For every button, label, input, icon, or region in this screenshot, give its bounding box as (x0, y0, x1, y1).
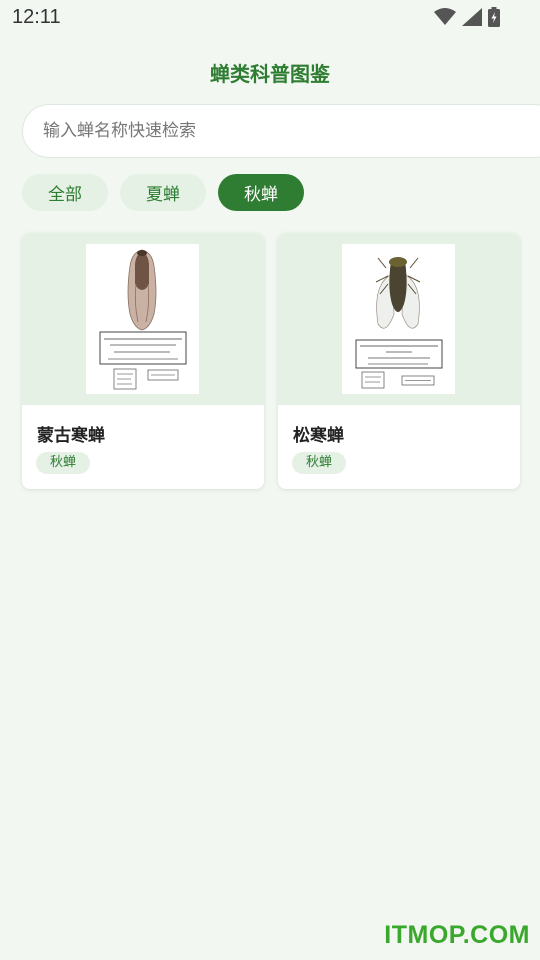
filter-chip-autumn[interactable]: 秋蝉 (218, 174, 304, 211)
card-tag: 秋蝉 (36, 452, 91, 474)
cicada-grid: 蒙古寒蝉 秋蝉 松寒蝉 秋蝉 (22, 233, 520, 489)
cicada-card[interactable]: 蒙古寒蝉 秋蝉 (22, 233, 264, 489)
specimen-photo (86, 244, 199, 394)
filter-tabs: 全部 夏蝉 秋蝉 (22, 174, 304, 211)
card-image-area (22, 233, 264, 405)
filter-chip-all[interactable]: 全部 (22, 174, 108, 211)
wifi-icon (434, 8, 456, 26)
specimen-photo (342, 244, 455, 394)
status-bar: 12:11 (0, 0, 540, 36)
cicada-card[interactable]: 松寒蝉 秋蝉 (278, 233, 520, 489)
search-box[interactable] (22, 104, 540, 158)
filter-chip-summer[interactable]: 夏蝉 (120, 174, 206, 211)
search-input[interactable] (43, 105, 523, 157)
status-icons (434, 7, 500, 27)
card-title: 松寒蝉 (293, 426, 344, 446)
card-image-area (278, 233, 520, 405)
signal-icon (462, 8, 482, 26)
watermark-text: ITMOP.COM (384, 921, 530, 949)
status-time: 12:11 (12, 6, 61, 28)
page-title: 蝉类科普图鉴 (210, 62, 330, 86)
card-title: 蒙古寒蝉 (37, 426, 105, 446)
card-tag: 秋蝉 (292, 452, 347, 474)
battery-icon (488, 7, 500, 27)
